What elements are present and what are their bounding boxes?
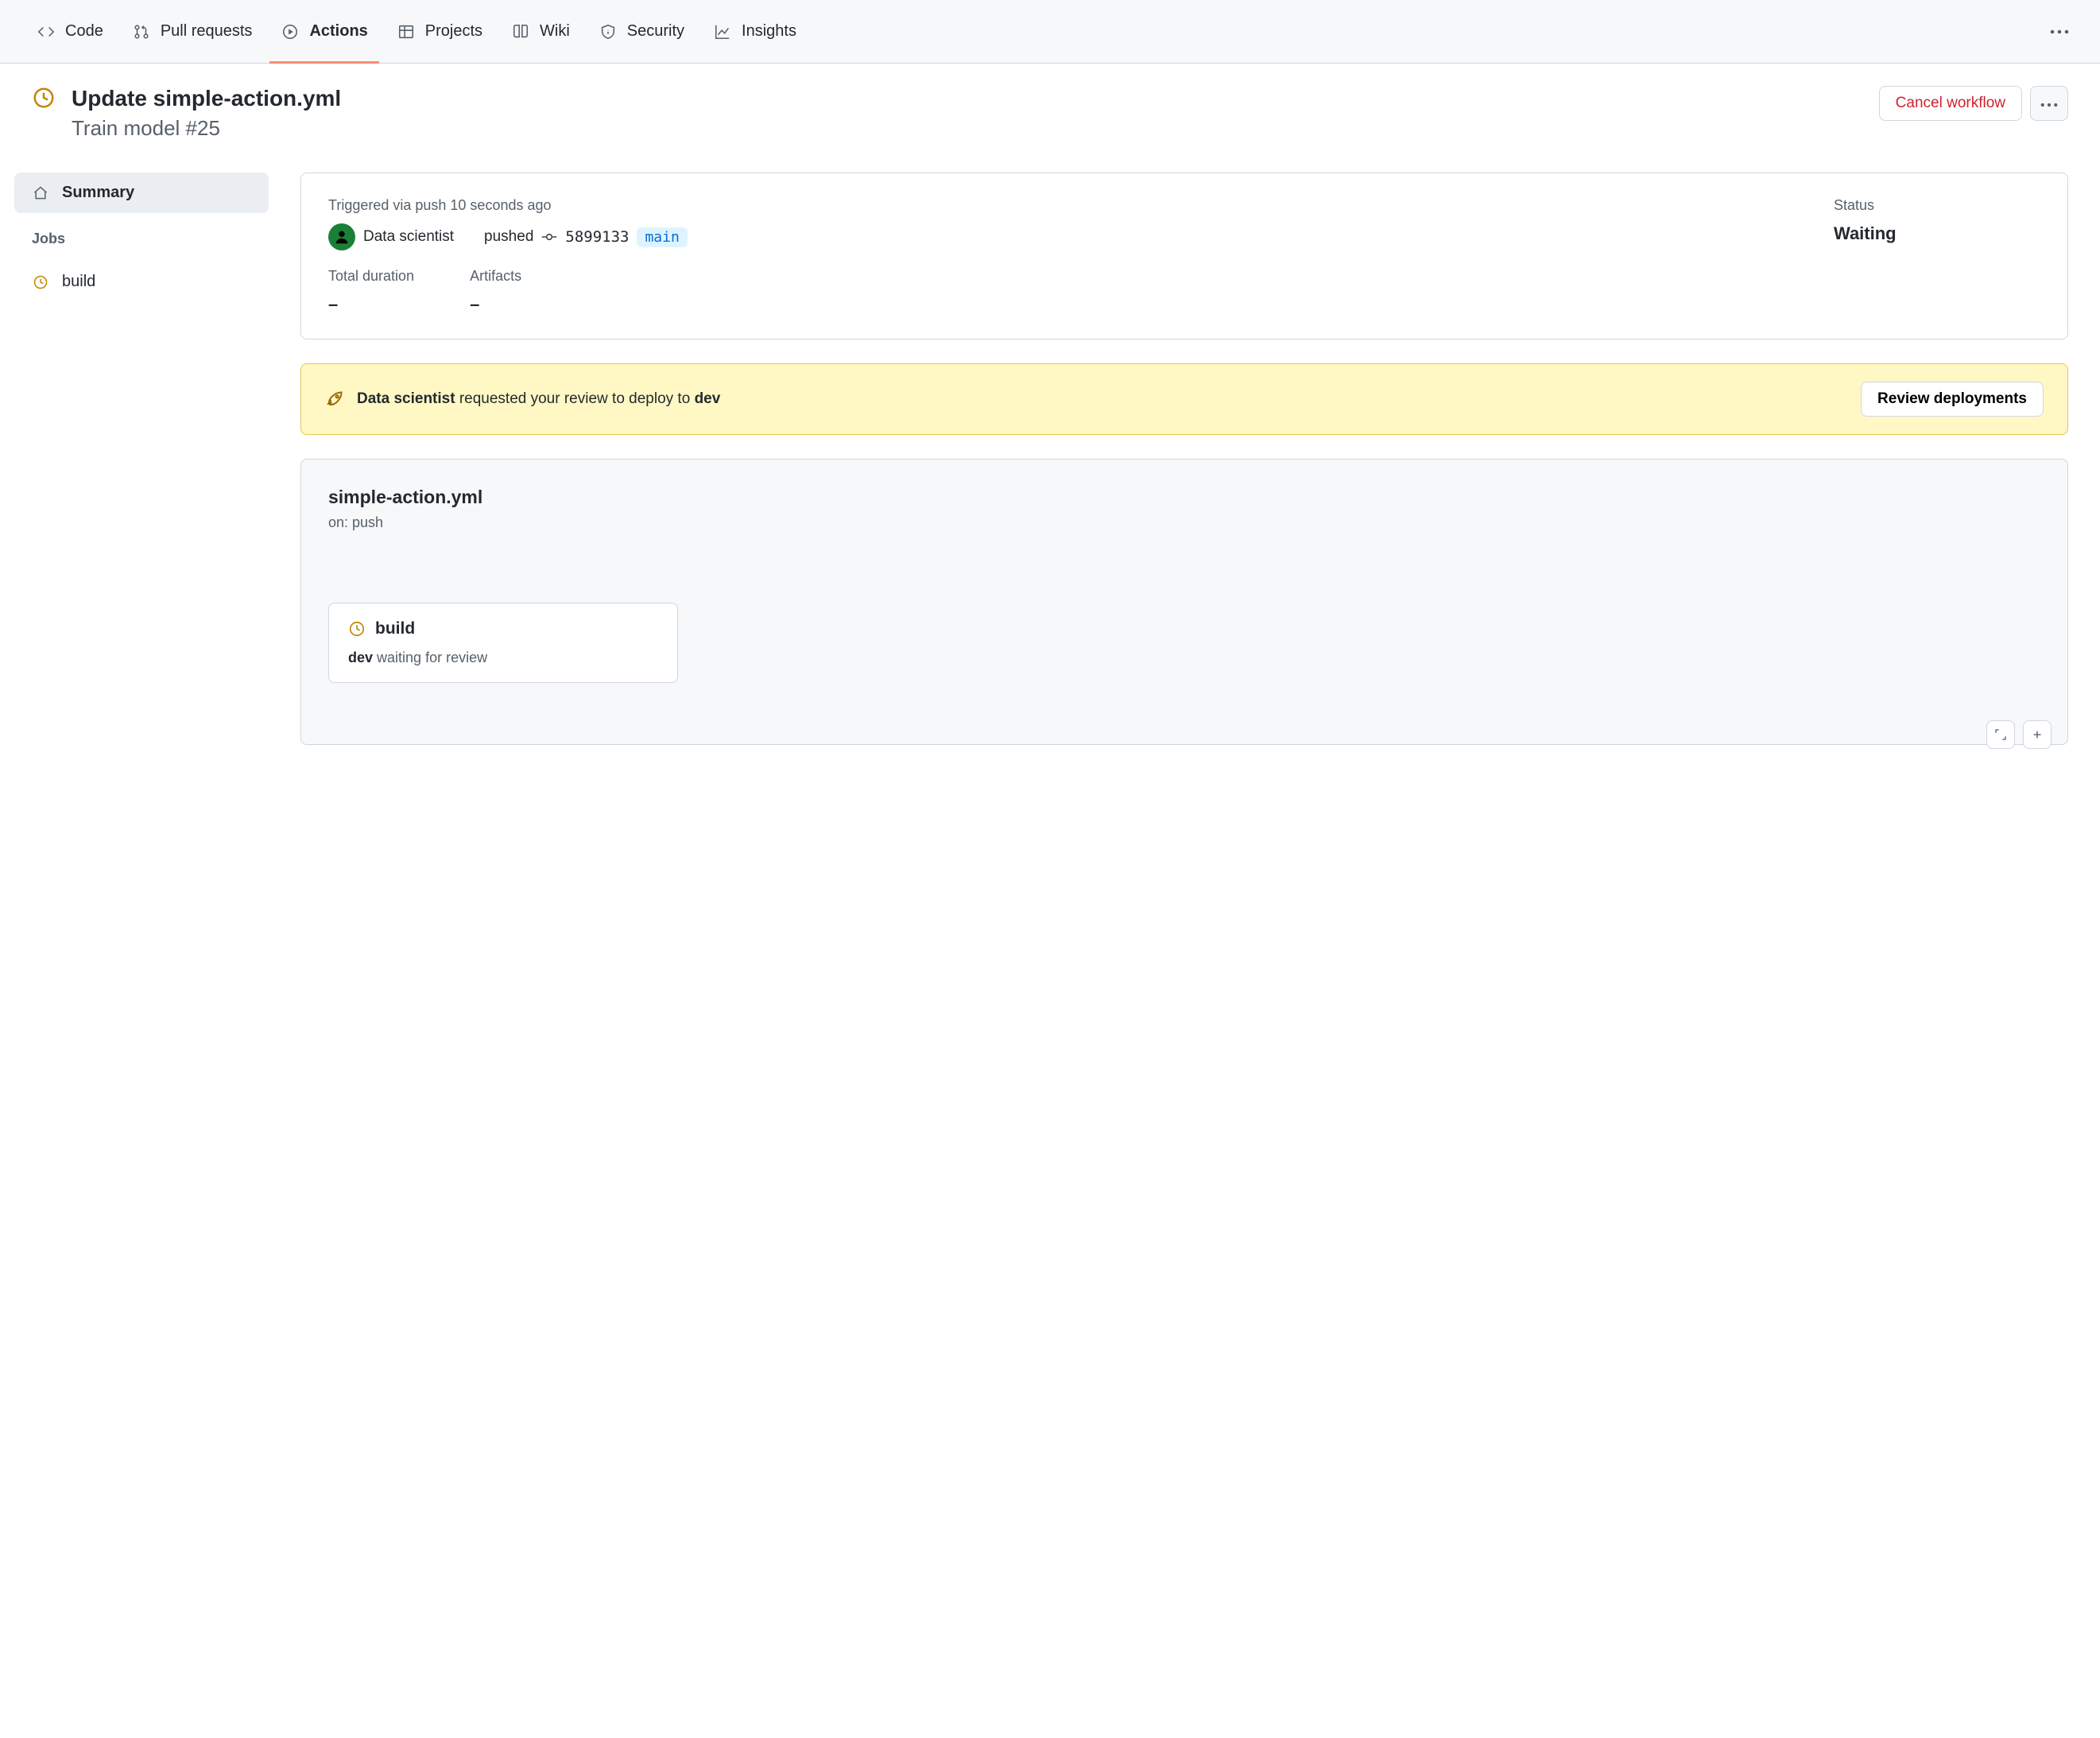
status-value: Waiting bbox=[1834, 223, 2040, 244]
workflow-graph: simple-action.yml on: push build dev wai… bbox=[300, 459, 2068, 745]
job-name: build bbox=[375, 619, 415, 638]
run-overflow-button[interactable] bbox=[2030, 86, 2068, 121]
job-card-build[interactable]: build dev waiting for review bbox=[328, 603, 678, 683]
summary-box: Triggered via push 10 seconds ago Data s… bbox=[300, 173, 2068, 339]
sidebar-jobs-heading: Jobs bbox=[14, 219, 269, 258]
tab-insights[interactable]: Insights bbox=[702, 14, 808, 49]
sidebar-item-label: Summary bbox=[62, 184, 134, 202]
tab-projects[interactable]: Projects bbox=[386, 14, 494, 49]
tab-pulls-label: Pull requests bbox=[161, 22, 253, 41]
run-title: Update simple-action.yml bbox=[72, 86, 341, 111]
table-icon bbox=[397, 22, 416, 41]
commit-icon bbox=[541, 231, 557, 242]
zoom-in-button[interactable] bbox=[2023, 720, 2052, 749]
run-subtitle: Train model #25 bbox=[72, 116, 341, 141]
clock-icon bbox=[32, 86, 57, 111]
review-banner: Data scientist requested your review to … bbox=[300, 363, 2068, 435]
tab-projects-label: Projects bbox=[425, 22, 482, 41]
branch-tag[interactable]: main bbox=[637, 227, 687, 247]
duration-label: Total duration bbox=[328, 268, 414, 285]
sidebar-item-build[interactable]: build bbox=[14, 262, 269, 302]
workflow-trigger: on: push bbox=[328, 514, 2040, 531]
clock-icon bbox=[32, 274, 49, 291]
workflow-file: simple-action.yml bbox=[328, 487, 2040, 508]
graph-icon bbox=[713, 22, 732, 41]
sidebar: Summary Jobs build bbox=[14, 173, 269, 308]
clock-icon bbox=[348, 620, 366, 638]
sidebar-item-summary[interactable]: Summary bbox=[14, 173, 269, 213]
actor-name[interactable]: Data scientist bbox=[363, 228, 454, 246]
tab-actions[interactable]: Actions bbox=[269, 14, 378, 49]
git-pull-request-icon bbox=[132, 22, 151, 41]
tab-actions-label: Actions bbox=[309, 22, 367, 41]
triggered-line: Triggered via push 10 seconds ago bbox=[328, 197, 1802, 214]
run-header: Update simple-action.yml Train model #25… bbox=[0, 64, 2100, 141]
tab-security-label: Security bbox=[627, 22, 684, 41]
rocket-icon bbox=[325, 388, 346, 411]
tab-security[interactable]: Security bbox=[587, 14, 695, 49]
home-icon bbox=[32, 184, 49, 202]
tab-code[interactable]: Code bbox=[25, 14, 114, 49]
status-label: Status bbox=[1834, 197, 2040, 214]
fullscreen-button[interactable] bbox=[1986, 720, 2015, 749]
commit-sha[interactable]: 5899133 bbox=[565, 228, 629, 246]
banner-text: Data scientist requested your review to … bbox=[357, 390, 1850, 408]
tab-wiki[interactable]: Wiki bbox=[500, 14, 581, 49]
tab-code-label: Code bbox=[65, 22, 103, 41]
job-status-line: dev waiting for review bbox=[348, 650, 658, 666]
tab-pulls[interactable]: Pull requests bbox=[121, 14, 264, 49]
shield-icon bbox=[599, 22, 618, 41]
cancel-workflow-button[interactable]: Cancel workflow bbox=[1879, 86, 2022, 121]
nav-overflow-button[interactable] bbox=[2044, 17, 2075, 47]
avatar bbox=[328, 223, 355, 250]
book-icon bbox=[511, 22, 530, 41]
tab-wiki-label: Wiki bbox=[540, 22, 570, 41]
sidebar-item-label: build bbox=[62, 273, 95, 291]
event-verb: pushed bbox=[484, 228, 533, 246]
code-icon bbox=[37, 22, 56, 41]
play-circle-icon bbox=[281, 22, 300, 41]
duration-value: – bbox=[328, 294, 414, 315]
review-deployments-button[interactable]: Review deployments bbox=[1861, 382, 2044, 417]
artifacts-value: – bbox=[470, 294, 521, 315]
repo-tabs: Code Pull requests Actions Projects Wiki… bbox=[0, 0, 2100, 64]
tab-insights-label: Insights bbox=[742, 22, 796, 41]
artifacts-label: Artifacts bbox=[470, 268, 521, 285]
